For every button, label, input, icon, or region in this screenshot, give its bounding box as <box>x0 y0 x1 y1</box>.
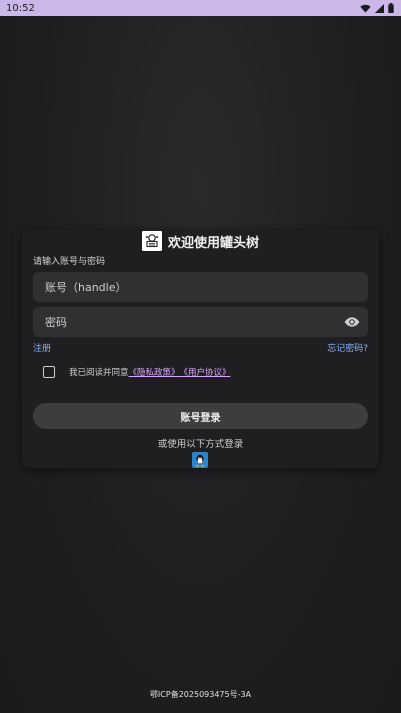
status-bar: 10:52 <box>0 0 401 16</box>
login-button[interactable]: 账号登录 <box>33 403 368 429</box>
app-logo-icon <box>141 231 162 251</box>
privacy-policy-link[interactable]: 《隐私政策》 <box>129 366 180 378</box>
agree-checkbox[interactable] <box>43 366 55 378</box>
forgot-password-link[interactable]: 忘记密码? <box>327 341 368 354</box>
card-header: 欢迎使用罐头树 <box>22 230 379 252</box>
agreement-text: 我已阅读并同意 《隐私政策》 《用户协议》 <box>69 366 231 378</box>
register-link[interactable]: 注册 <box>33 341 51 354</box>
status-icons <box>360 0 394 16</box>
battery-icon <box>388 3 394 13</box>
wifi-icon <box>360 4 371 13</box>
status-time: 10:52 <box>6 2 35 14</box>
page-title: 欢迎使用罐头树 <box>167 235 259 251</box>
signal-icon <box>375 3 384 13</box>
icp-footer[interactable]: 鄂ICP备2025093475号-3A <box>0 689 401 700</box>
qq-icon[interactable] <box>192 452 208 468</box>
eye-icon[interactable] <box>344 316 360 328</box>
agreement-row: 我已阅读并同意 《隐私政策》 《用户协议》 <box>43 366 231 378</box>
username-placeholder: 账号（handle） <box>45 281 127 294</box>
user-agreement-link[interactable]: 《用户协议》 <box>180 366 231 378</box>
form-hint: 请输入账号与密码 <box>33 257 106 267</box>
other-login-label: 或使用以下方式登录 <box>157 439 244 450</box>
password-placeholder: 密码 <box>45 316 67 329</box>
password-input[interactable]: 密码 <box>33 307 368 337</box>
agree-prefix: 我已阅读并同意 <box>69 368 129 378</box>
login-card: 欢迎使用罐头树 请输入账号与密码 账号（handle） 密码 注册 忘记密码? … <box>22 230 379 468</box>
username-input[interactable]: 账号（handle） <box>33 272 368 302</box>
form-links: 注册 忘记密码? <box>33 341 368 354</box>
